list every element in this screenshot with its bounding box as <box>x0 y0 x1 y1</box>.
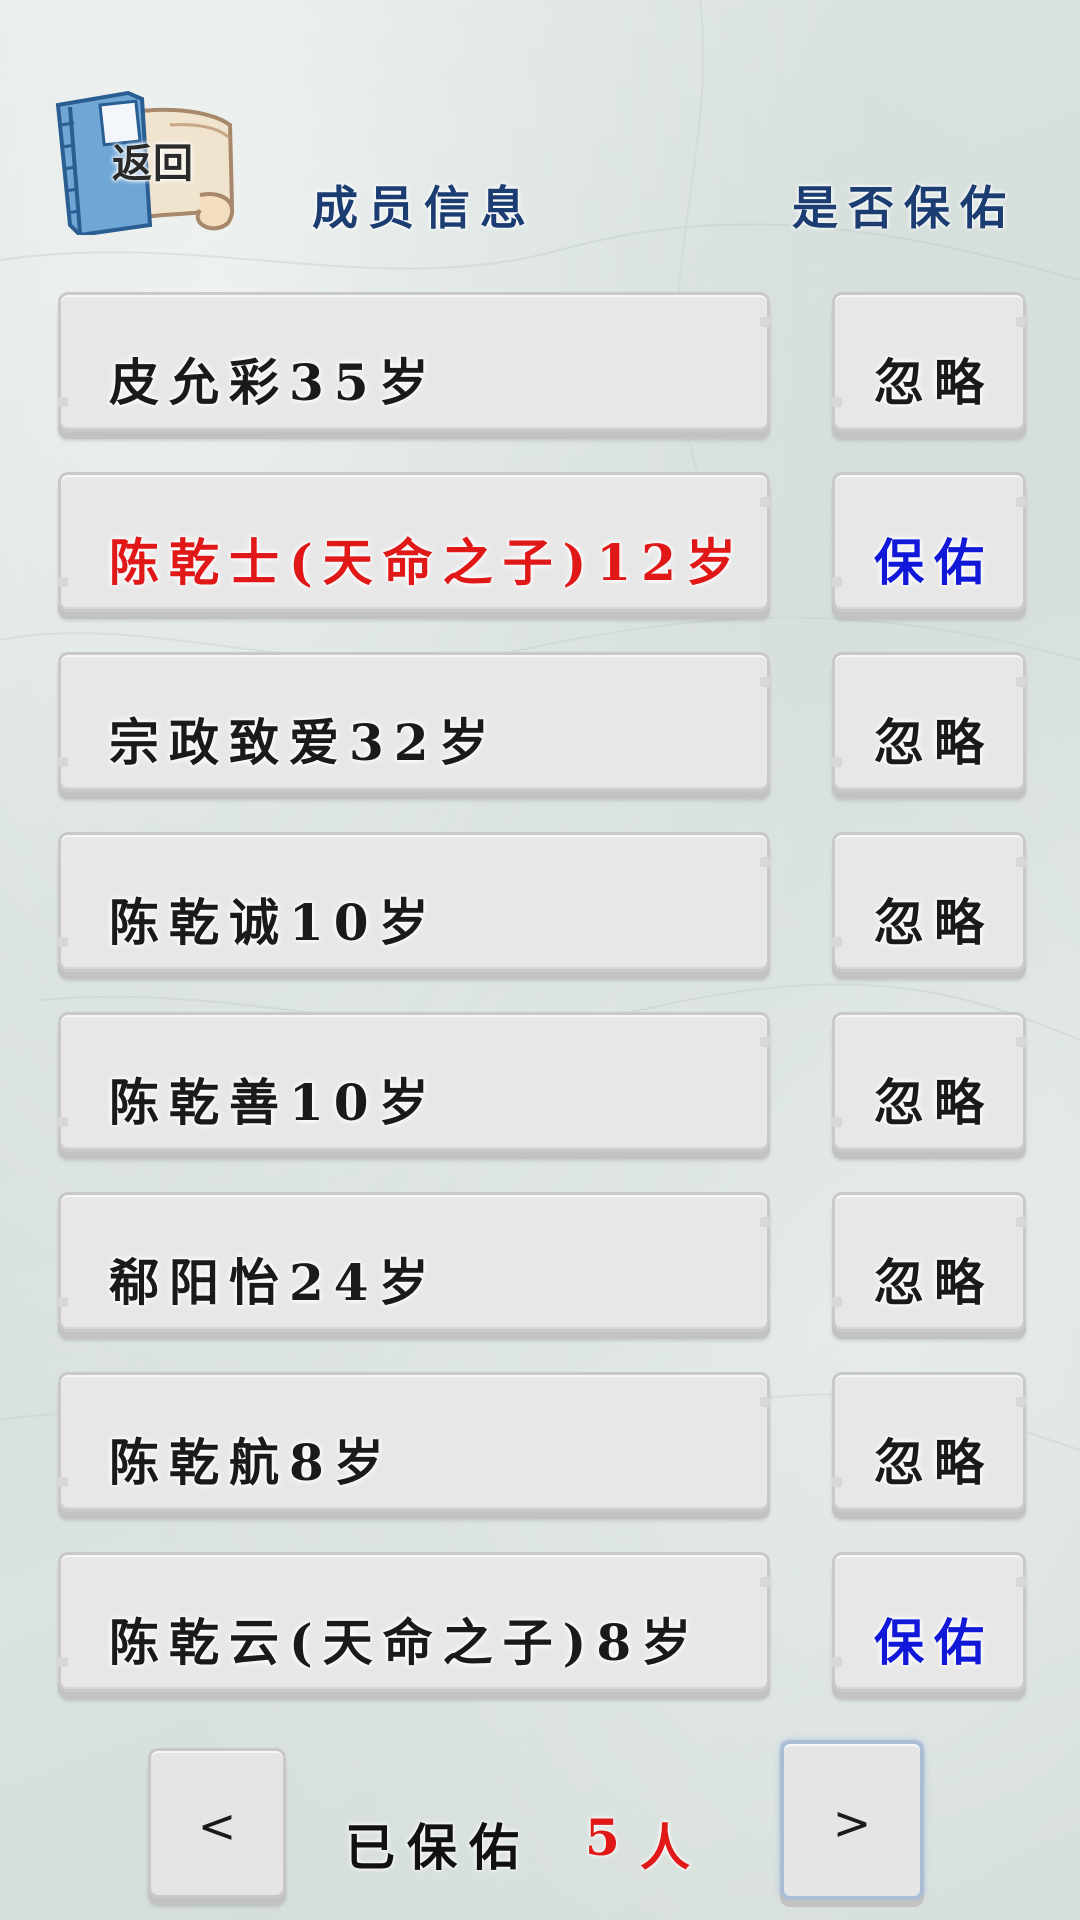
member-name: 郗阳怡24岁 <box>109 1253 439 1312</box>
member-info-panel: 陈乾士(天命之子)12岁 <box>58 472 770 612</box>
member-name: 陈乾云(天命之子)8岁 <box>109 1613 702 1672</box>
next-page-button[interactable]: > <box>780 1740 924 1900</box>
member-row: 陈乾士(天命之子)12岁 保佑 <box>0 472 1080 632</box>
protect-toggle-button[interactable]: 保佑 <box>832 1552 1026 1692</box>
protect-toggle-label: 忽略 <box>874 1253 994 1312</box>
protect-toggle-label: 保佑 <box>874 533 994 592</box>
member-info-panel: 郗阳怡24岁 <box>58 1192 770 1332</box>
protect-toggle-button[interactable]: 忽略 <box>832 652 1026 792</box>
protect-status-header: 是否保佑 <box>792 181 1016 235</box>
member-info-header: 成员信息 <box>312 181 536 235</box>
member-name: 陈乾士(天命之子)12岁 <box>109 533 746 592</box>
protect-toggle-label: 忽略 <box>874 1073 994 1132</box>
protected-unit: 人 <box>640 1818 690 1877</box>
chevron-right-icon: > <box>832 1796 872 1850</box>
back-label: 返回 <box>112 141 194 187</box>
protect-toggle-button[interactable]: 忽略 <box>832 1012 1026 1152</box>
member-row: 皮允彩35岁 忽略 <box>0 292 1080 452</box>
member-row: 郗阳怡24岁 忽略 <box>0 1192 1080 1352</box>
member-info-panel: 陈乾航8岁 <box>58 1372 770 1512</box>
prev-page-button[interactable]: < <box>148 1748 286 1898</box>
member-name: 陈乾诚10岁 <box>109 893 439 952</box>
member-row: 宗政致爱32岁 忽略 <box>0 652 1080 812</box>
member-info-panel: 陈乾善10岁 <box>58 1012 770 1152</box>
member-row: 陈乾云(天命之子)8岁 保佑 <box>0 1552 1080 1712</box>
member-info-panel: 皮允彩35岁 <box>58 292 770 432</box>
protect-toggle-button[interactable]: 忽略 <box>832 1372 1026 1512</box>
protect-toggle-label: 忽略 <box>874 1433 994 1492</box>
protect-toggle-label: 忽略 <box>874 713 994 772</box>
member-row: 陈乾善10岁 忽略 <box>0 1012 1080 1172</box>
protect-toggle-button[interactable]: 忽略 <box>832 832 1026 972</box>
protected-label: 已保佑 <box>345 1818 531 1877</box>
protect-toggle-button[interactable]: 保佑 <box>832 472 1026 612</box>
member-name: 陈乾航8岁 <box>109 1433 394 1492</box>
member-row: 陈乾诚10岁 忽略 <box>0 832 1080 992</box>
protect-toggle-label: 忽略 <box>874 353 994 412</box>
protect-toggle-label: 保佑 <box>874 1613 994 1672</box>
protect-toggle-button[interactable]: 忽略 <box>832 292 1026 432</box>
member-row: 陈乾航8岁 忽略 <box>0 1372 1080 1532</box>
protect-toggle-button[interactable]: 忽略 <box>832 1192 1026 1332</box>
protected-count: 5 <box>585 1808 628 1867</box>
member-info-panel: 宗政致爱32岁 <box>58 652 770 792</box>
member-name: 陈乾善10岁 <box>109 1073 439 1132</box>
back-button[interactable]: 返回 <box>50 85 240 235</box>
protect-toggle-label: 忽略 <box>874 893 994 952</box>
member-info-panel: 陈乾诚10岁 <box>58 832 770 972</box>
chevron-left-icon: < <box>197 1799 237 1853</box>
member-info-panel: 陈乾云(天命之子)8岁 <box>58 1552 770 1692</box>
member-name: 皮允彩35岁 <box>109 353 439 412</box>
member-name: 宗政致爱32岁 <box>109 713 499 772</box>
